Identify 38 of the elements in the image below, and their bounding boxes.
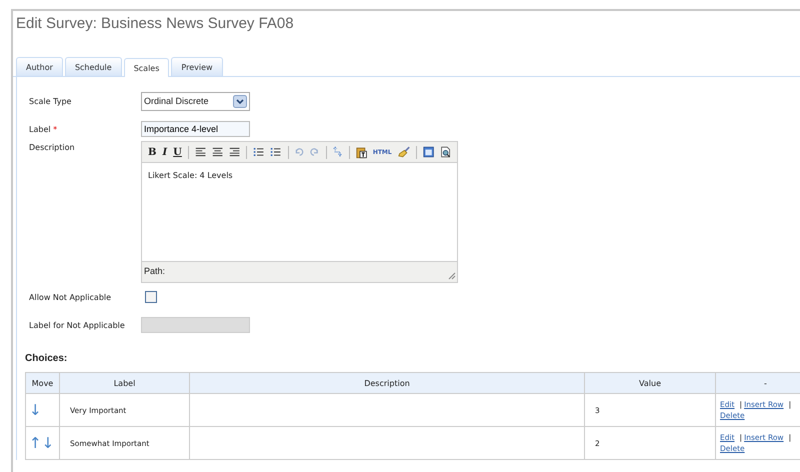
italic-button[interactable]: I (162, 146, 168, 158)
label-input[interactable]: Importance 4-level (141, 121, 250, 137)
replace-icon[interactable] (332, 145, 343, 159)
resize-grip-icon[interactable] (448, 272, 456, 280)
bullet-list-icon[interactable] (253, 146, 264, 158)
tab[interactable]: Schedule (64, 57, 122, 76)
required-mark: * (53, 124, 58, 134)
section-heading: Choices: (25, 353, 68, 364)
column-header: - (716, 372, 800, 394)
field-label: Scale Type (29, 96, 72, 106)
column-header: Value (584, 372, 716, 394)
column-header: Label (60, 372, 190, 394)
field-label: Label for Not Applicable (29, 320, 126, 330)
window-icon[interactable] (422, 145, 434, 159)
underline-button[interactable]: U (173, 146, 182, 158)
align-center-icon[interactable] (212, 146, 224, 158)
checkbox[interactable] (145, 291, 157, 303)
align-left-icon[interactable] (194, 146, 206, 158)
page-title: Edit Survey: Business News Survey FA08 (15, 14, 295, 34)
column-header: Description (190, 372, 584, 394)
tab[interactable]: Preview (171, 57, 223, 76)
bold-button[interactable]: B (148, 146, 156, 158)
field-label: Allow Not Applicable (29, 292, 112, 302)
scale-type-select[interactable]: Ordinal Discrete (141, 92, 250, 110)
broom-icon[interactable] (398, 145, 410, 159)
column-header: Move (26, 372, 60, 394)
move-arrows[interactable]: ↓ (26, 394, 60, 426)
align-right-icon[interactable] (229, 146, 240, 158)
field-label: Label * (29, 124, 58, 134)
preview-icon[interactable] (440, 145, 451, 159)
path-label: Path: (144, 266, 166, 276)
paste-icon[interactable] (356, 144, 367, 160)
move-arrows[interactable]: ↑↓ (26, 426, 60, 460)
dropdown-icon (233, 94, 247, 108)
numbered-list-icon[interactable] (270, 146, 282, 158)
tab[interactable]: Scales (124, 58, 170, 77)
field-label: Description (29, 143, 76, 152)
tab[interactable]: Author (16, 57, 63, 76)
